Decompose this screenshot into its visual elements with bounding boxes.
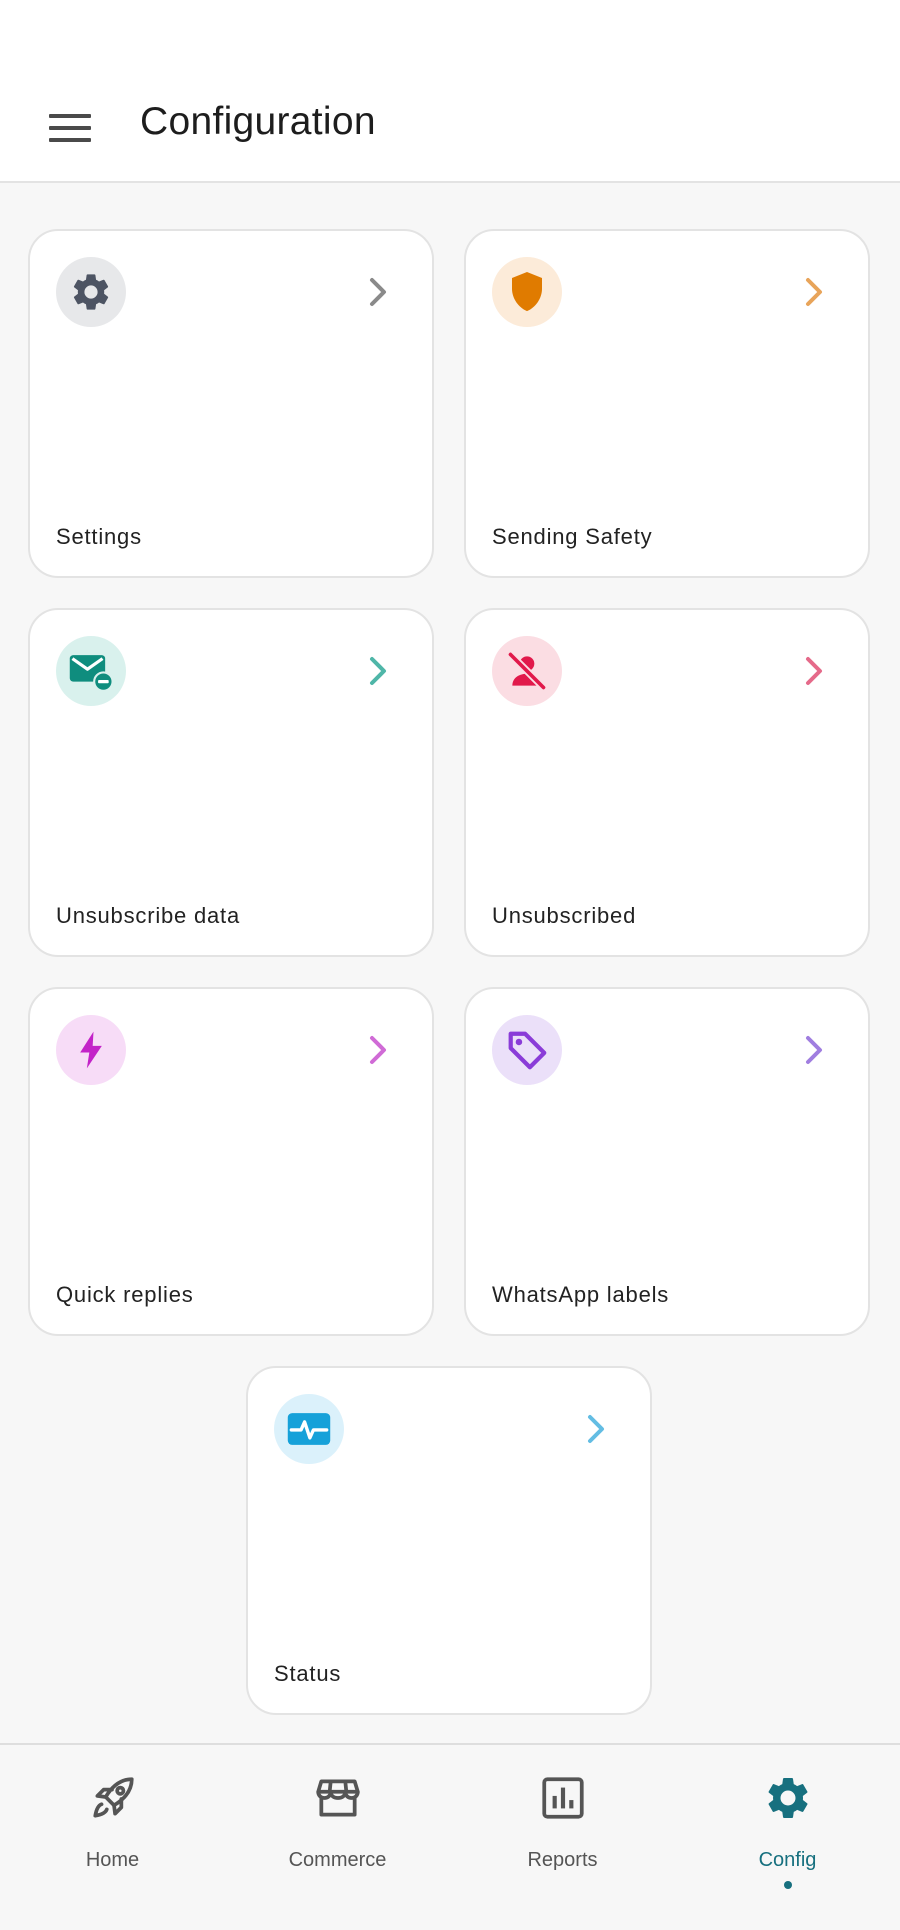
menu-button[interactable]: [36, 100, 104, 156]
nav-item-config[interactable]: Config: [675, 1745, 900, 1930]
unsubscribed-card[interactable]: Unsubscribed: [464, 608, 870, 957]
whatsapp-labels-card[interactable]: WhatsApp labels: [464, 987, 870, 1336]
rocket-icon: [92, 1777, 134, 1818]
app-bar: Configuration: [0, 70, 900, 183]
status-card[interactable]: Status: [246, 1366, 652, 1715]
active-indicator-dot: [783, 1881, 792, 1889]
mail-minus-icon: [69, 655, 114, 692]
quick-replies-icon-badge: [56, 1015, 126, 1085]
card-label: Status: [274, 1661, 342, 1686]
bar-chart-icon: [541, 1777, 584, 1819]
tag-icon: [508, 1031, 547, 1070]
status-bar: [0, 0, 900, 70]
user-off-icon: [506, 650, 548, 692]
bottom-navigation: Home Commerce Reports Config: [0, 1743, 900, 1930]
quick-replies-card[interactable]: Quick replies: [28, 987, 434, 1336]
settings-icon-badge: [56, 257, 126, 327]
nav-label: Home: [85, 1849, 140, 1871]
gear-icon: [768, 1778, 807, 1818]
chevron-right-icon: [370, 1036, 386, 1064]
chevron-right-icon: [806, 657, 822, 685]
card-label: Settings: [56, 524, 142, 549]
unsubscribe-data-card[interactable]: Unsubscribe data: [28, 608, 434, 957]
status-icon-badge: [274, 1394, 344, 1464]
chevron-right-icon: [370, 657, 386, 685]
chevron-right-icon: [588, 1415, 604, 1443]
card-label: Unsubscribe data: [56, 903, 241, 928]
lightning-bolt-icon: [80, 1031, 102, 1069]
unsubscribed-icon-badge: [492, 636, 562, 706]
unsubscribe-data-icon-badge: [56, 636, 126, 706]
chevron-right-icon: [370, 278, 386, 306]
nav-item-home[interactable]: Home: [0, 1745, 225, 1930]
settings-card[interactable]: Settings: [28, 229, 434, 578]
hamburger-menu-icon: [49, 114, 91, 142]
chevron-right-icon: [806, 1036, 822, 1064]
nav-item-commerce[interactable]: Commerce: [225, 1745, 450, 1930]
storefront-icon: [315, 1779, 360, 1817]
card-label: WhatsApp labels: [492, 1282, 670, 1307]
whatsapp-labels-icon-badge: [492, 1015, 562, 1085]
sending-safety-card[interactable]: Sending Safety: [464, 229, 870, 578]
card-label: Unsubscribed: [492, 903, 637, 928]
page-title: Configuration: [140, 100, 376, 143]
sending-safety-icon-badge: [492, 257, 562, 327]
nav-label: Config: [758, 1849, 817, 1871]
nav-label: Reports: [527, 1849, 598, 1871]
nav-item-reports[interactable]: Reports: [450, 1745, 675, 1930]
card-label: Quick replies: [56, 1282, 194, 1307]
gear-icon: [73, 274, 109, 310]
card-label: Sending Safety: [492, 524, 653, 549]
nav-label: Commerce: [288, 1849, 387, 1871]
pulse-monitor-icon: [287, 1413, 331, 1445]
shield-icon: [512, 272, 542, 312]
chevron-right-icon: [806, 278, 822, 306]
